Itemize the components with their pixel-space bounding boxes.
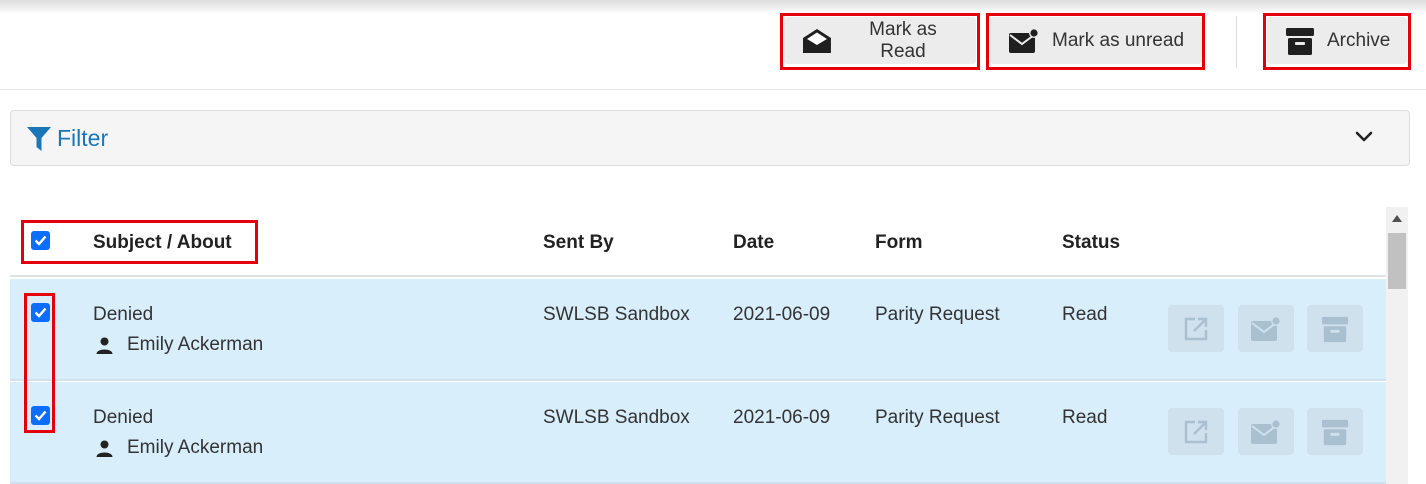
row-subject: Denied: [93, 304, 154, 325]
header-form[interactable]: Form: [875, 232, 923, 254]
row-about: Emily Ackerman: [93, 334, 263, 356]
open-external-button[interactable]: [1168, 305, 1224, 352]
header-subject[interactable]: Subject / About: [93, 232, 232, 254]
mark-as-unread-button[interactable]: Mark as unread: [990, 17, 1202, 64]
archive-box-icon: [1321, 316, 1349, 342]
row-subject: Denied: [93, 407, 154, 428]
archive-box-icon: [1321, 419, 1349, 445]
row-about-name: Emily Ackerman: [127, 437, 264, 458]
header-status[interactable]: Status: [1062, 232, 1120, 254]
header-date[interactable]: Date: [733, 232, 774, 254]
row-mark-unread-button[interactable]: [1238, 305, 1294, 352]
row-status: Read: [1062, 304, 1108, 325]
scrollbar-thumb[interactable]: [1388, 233, 1406, 289]
person-icon: [96, 440, 113, 457]
header-sent-by[interactable]: Sent By: [543, 232, 614, 254]
row-form: Parity Request: [875, 407, 1000, 428]
archive-box-icon: [1286, 27, 1314, 55]
open-external-button[interactable]: [1168, 408, 1224, 455]
row-status: Read: [1062, 407, 1108, 428]
funnel-icon: [27, 127, 51, 151]
archive-button[interactable]: Archive: [1267, 17, 1407, 64]
action-toolbar: Mark as Read Mark as unread Archive: [0, 0, 1426, 90]
row-mark-unread-button[interactable]: [1238, 408, 1294, 455]
row-checkbox[interactable]: [31, 303, 50, 322]
select-all-checkbox[interactable]: [31, 231, 50, 250]
row-sent-by: SWLSB Sandbox: [543, 304, 690, 325]
mark-as-unread-label: Mark as unread: [1052, 29, 1185, 51]
vertical-scrollbar[interactable]: [1386, 207, 1408, 484]
row-checkbox[interactable]: [31, 406, 50, 425]
row-about: Emily Ackerman: [93, 437, 263, 459]
table-row[interactable]: Denied Emily Ackerman SWLSB Sandbox 2021…: [10, 382, 1386, 484]
external-link-icon: [1184, 317, 1208, 340]
checkmark-icon: [34, 307, 47, 318]
envelope-dot-icon: [1251, 418, 1281, 444]
row-archive-button[interactable]: [1307, 408, 1363, 455]
person-icon: [96, 337, 113, 354]
toolbar-divider: [1236, 16, 1237, 68]
checkmark-icon: [34, 410, 47, 421]
table-row[interactable]: Denied Emily Ackerman SWLSB Sandbox 2021…: [10, 279, 1386, 381]
row-date: 2021-06-09: [733, 304, 831, 325]
envelope-dot-icon: [1009, 27, 1039, 53]
envelope-open-icon: [802, 28, 831, 53]
mark-as-read-label: Mark as Read: [869, 18, 937, 62]
row-form: Parity Request: [875, 304, 1000, 325]
external-link-icon: [1184, 420, 1208, 443]
filter-label: Filter: [57, 125, 109, 151]
table-header: Subject / About Sent By Date Form Status: [10, 207, 1386, 277]
envelope-dot-icon: [1251, 315, 1281, 341]
row-archive-button[interactable]: [1307, 305, 1363, 352]
messages-table: Subject / About Sent By Date Form Status…: [10, 207, 1386, 484]
checkmark-icon: [34, 235, 47, 246]
filter-panel-toggle[interactable]: Filter: [10, 110, 1410, 166]
archive-label: Archive: [1327, 29, 1391, 51]
chevron-down-icon: [1355, 131, 1373, 142]
row-sent-by: SWLSB Sandbox: [543, 407, 690, 428]
row-about-name: Emily Ackerman: [127, 334, 264, 355]
scroll-up-arrow-icon[interactable]: [1386, 207, 1408, 229]
mark-as-read-button[interactable]: Mark as Read: [784, 17, 976, 64]
row-date: 2021-06-09: [733, 407, 831, 428]
